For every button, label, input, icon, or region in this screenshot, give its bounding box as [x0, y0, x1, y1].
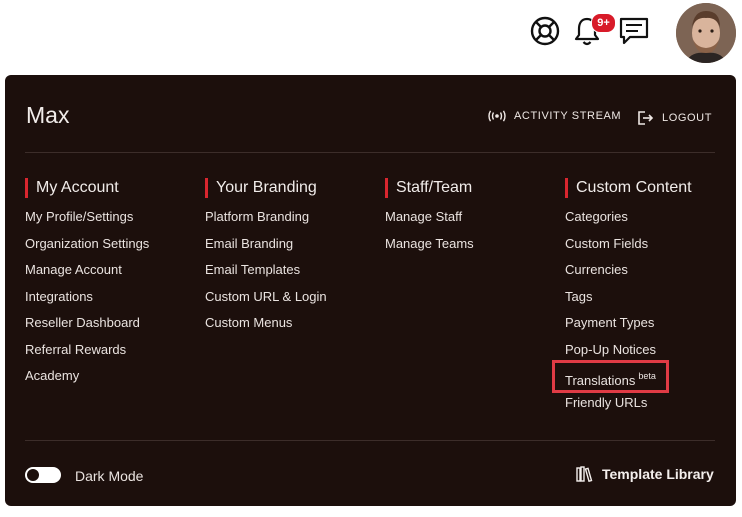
menu-item-custom-url-login[interactable]: Custom URL & Login — [205, 284, 327, 311]
column-title: Your Branding — [205, 178, 327, 198]
top-bar: 9+ — [0, 0, 742, 70]
column-my-account: My Account My Profile/Settings Organizat… — [25, 178, 149, 390]
logout-label: LOGOUT — [662, 112, 713, 124]
column-custom-content: Custom Content Categories Custom Fields … — [552, 178, 692, 417]
broadcast-icon — [488, 110, 506, 122]
menu-item-organization-settings[interactable]: Organization Settings — [25, 231, 149, 258]
menu-item-integrations[interactable]: Integrations — [25, 284, 149, 311]
column-title: Custom Content — [565, 178, 692, 198]
menu-item-categories[interactable]: Categories — [565, 204, 692, 231]
menu-item-custom-fields[interactable]: Custom Fields — [565, 231, 692, 258]
dark-mode-label: Dark Mode — [75, 468, 144, 484]
beta-badge: beta — [638, 371, 656, 381]
column-your-branding: Your Branding Platform Branding Email Br… — [205, 178, 327, 337]
divider — [25, 440, 715, 441]
menu-item-academy[interactable]: Academy — [25, 363, 149, 390]
template-library-label: Template Library — [602, 466, 714, 482]
column-title: My Account — [25, 178, 149, 198]
library-icon — [576, 466, 593, 482]
menu-item-platform-branding[interactable]: Platform Branding — [205, 204, 327, 231]
menu-item-manage-teams[interactable]: Manage Teams — [385, 231, 474, 258]
menu-item-currencies[interactable]: Currencies — [565, 257, 692, 284]
column-title: Staff/Team — [385, 178, 474, 198]
menu-item-payment-types[interactable]: Payment Types — [565, 310, 692, 337]
dark-mode-toggle[interactable] — [25, 467, 61, 483]
user-name: Max — [26, 102, 70, 128]
menu-item-email-templates[interactable]: Email Templates — [205, 257, 327, 284]
support-icon[interactable] — [527, 13, 563, 49]
menu-item-translations[interactable]: Translations beta — [552, 360, 669, 393]
menu-item-manage-account[interactable]: Manage Account — [25, 257, 149, 284]
menu-item-my-profile-settings[interactable]: My Profile/Settings — [25, 204, 149, 231]
avatar[interactable] — [676, 3, 736, 63]
notification-badge: 9+ — [591, 13, 616, 33]
menu-item-tags[interactable]: Tags — [565, 284, 692, 311]
divider — [25, 152, 715, 153]
column-staff-team: Staff/Team Manage Staff Manage Teams — [385, 178, 474, 257]
menu-item-referral-rewards[interactable]: Referral Rewards — [25, 337, 149, 364]
menu-item-email-branding[interactable]: Email Branding — [205, 231, 327, 258]
logout-icon — [638, 111, 654, 125]
account-menu-panel: Max ACTIVITY STREAM LOGOUT My Account My… — [5, 75, 736, 506]
logout-link[interactable]: LOGOUT — [637, 110, 712, 126]
activity-stream-link[interactable]: ACTIVITY STREAM — [488, 110, 621, 122]
menu-item-pop-up-notices[interactable]: Pop-Up Notices — [565, 337, 692, 364]
menu-item-manage-staff[interactable]: Manage Staff — [385, 204, 474, 231]
menu-item-translations-label: Translations — [565, 373, 636, 388]
menu-item-friendly-urls[interactable]: Friendly URLs — [565, 390, 692, 417]
menu-item-custom-menus[interactable]: Custom Menus — [205, 310, 327, 337]
template-library-link[interactable]: Template Library — [576, 466, 714, 482]
menu-item-reseller-dashboard[interactable]: Reseller Dashboard — [25, 310, 149, 337]
chat-icon[interactable] — [616, 13, 652, 49]
activity-stream-label: ACTIVITY STREAM — [514, 110, 622, 122]
